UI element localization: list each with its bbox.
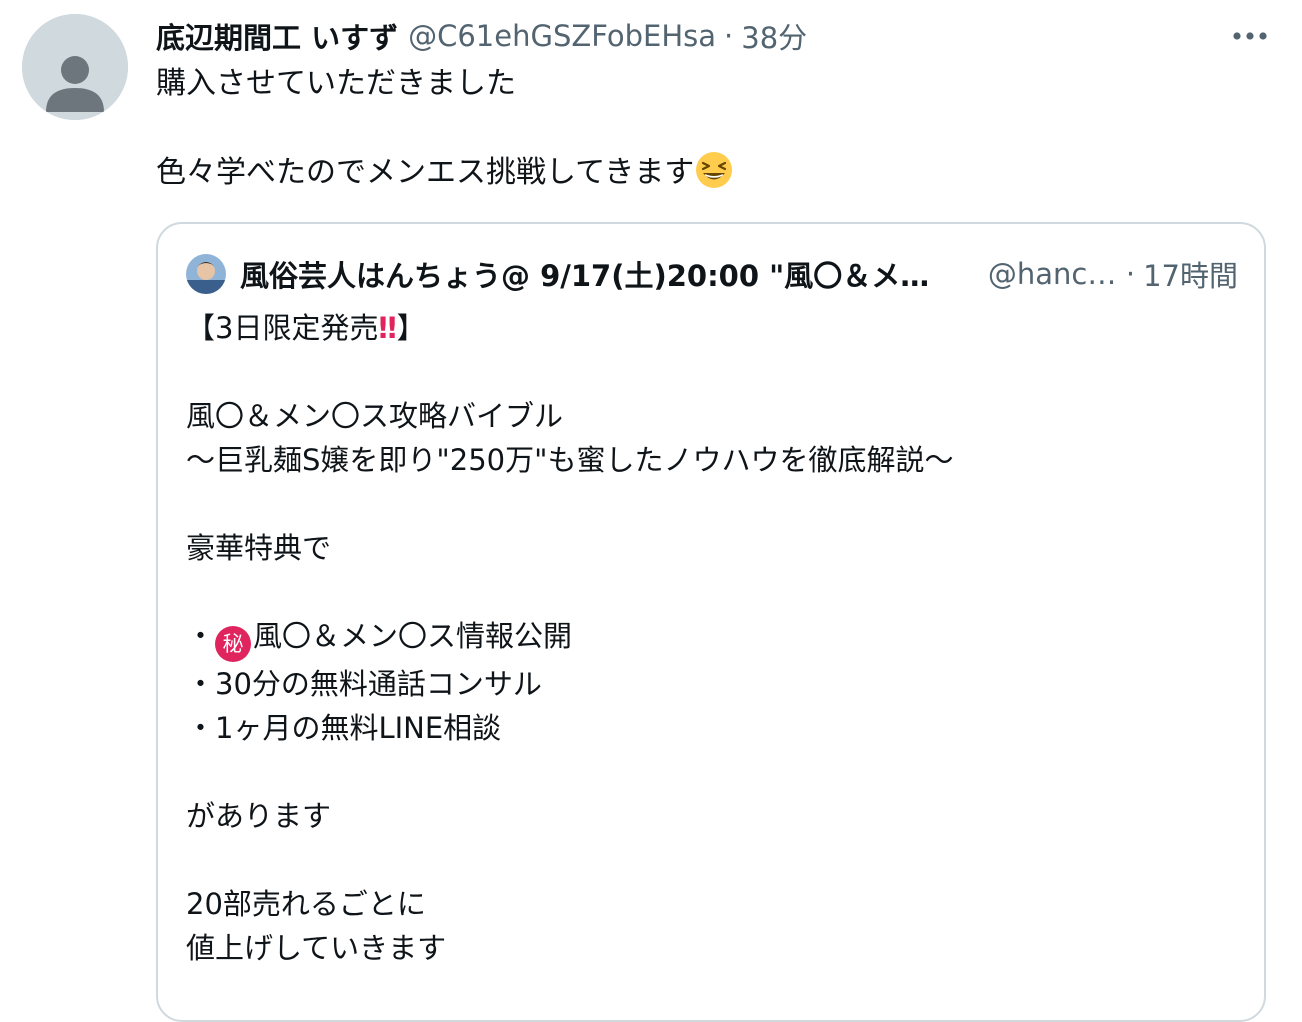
tweet-text-span: 色々学べたのでメンエス挑戦してきます bbox=[156, 155, 695, 190]
quoted-text-line: 風〇＆メン〇ス攻略バイブル bbox=[186, 399, 564, 433]
quoted-text-line: 値上げしていきます bbox=[186, 931, 447, 965]
more-horizontal-icon bbox=[1233, 32, 1267, 40]
profile-photo-icon bbox=[186, 254, 226, 294]
quoted-title-open: 【3日限定発売 bbox=[186, 311, 379, 345]
quoted-title: 【3日限定発売‼】 bbox=[186, 306, 1236, 350]
tweet[interactable]: 底辺期間工 いすず @C61ehGSZFobEHsa · 38分 購入させていた… bbox=[0, 0, 1302, 1022]
bonus-item: ・秘風〇＆メン〇ス情報公開 bbox=[186, 614, 1236, 662]
user-handle[interactable]: @C61ehGSZFobEHsa bbox=[408, 19, 716, 53]
avatar[interactable] bbox=[22, 14, 128, 120]
quoted-text-line: 20部売れるごとに bbox=[186, 887, 426, 921]
quoted-tweet[interactable]: 風俗芸人はんちょう@ 9/17(土)20:00 "風〇＆メン〇ス攻略バイブル" … bbox=[156, 222, 1266, 1022]
grinning-squinting-face-emoji bbox=[696, 152, 733, 188]
tweet-text-line: 購入させていただきました bbox=[156, 66, 516, 101]
bonus-item: ・30分の無料通話コンサル bbox=[186, 667, 542, 701]
more-button[interactable] bbox=[1230, 22, 1270, 50]
tweet-header: 底辺期間工 いすず @C61ehGSZFobEHsa · 38分 bbox=[156, 14, 807, 58]
separator-dot: · bbox=[724, 19, 734, 53]
quoted-avatar[interactable] bbox=[186, 254, 226, 294]
timestamp[interactable]: 38分 bbox=[741, 15, 807, 57]
tweet-text: 購入させていただきました 色々学べたのでメンエス挑戦してきます bbox=[156, 62, 1256, 195]
quoted-timestamp[interactable]: 17時間 bbox=[1143, 253, 1238, 295]
display-name[interactable]: 底辺期間工 いすず bbox=[156, 15, 398, 57]
separator-dot: · bbox=[1125, 257, 1136, 291]
quoted-text-line: 〜巨乳麺S嬢を即り"250万"も蜜したノウハウを徹底解説〜 bbox=[186, 443, 954, 477]
bonus-item-text: 風〇＆メン〇ス情報公開 bbox=[253, 619, 573, 653]
quoted-title-close: 】 bbox=[396, 311, 426, 345]
bonus-item: ・1ヶ月の無料LINE相談 bbox=[186, 711, 502, 745]
quoted-user-handle[interactable]: @hanchou_fuzoku bbox=[988, 257, 1118, 291]
quoted-display-name[interactable]: 風俗芸人はんちょう@ 9/17(土)20:00 "風〇＆メン〇ス攻略バイブル" bbox=[240, 253, 958, 295]
tweet-text-line: 色々学べたのでメンエス挑戦してきます bbox=[156, 150, 1256, 195]
secret-icon: 秘 bbox=[215, 626, 252, 662]
double-exclamation-icon: ‼ bbox=[378, 311, 396, 345]
quoted-tweet-text: 【3日限定発売‼】 風〇＆メン〇ス攻略バイブル 〜巨乳麺S嬢を即り"250万"も… bbox=[186, 306, 1236, 970]
default-profile-icon bbox=[22, 14, 128, 120]
quoted-text-line: 豪華特典で bbox=[186, 531, 332, 565]
quoted-tweet-header: 風俗芸人はんちょう@ 9/17(土)20:00 "風〇＆メン〇ス攻略バイブル" … bbox=[186, 252, 1238, 296]
bullet: ・ bbox=[186, 619, 216, 653]
quoted-text-line: があります bbox=[186, 799, 332, 833]
